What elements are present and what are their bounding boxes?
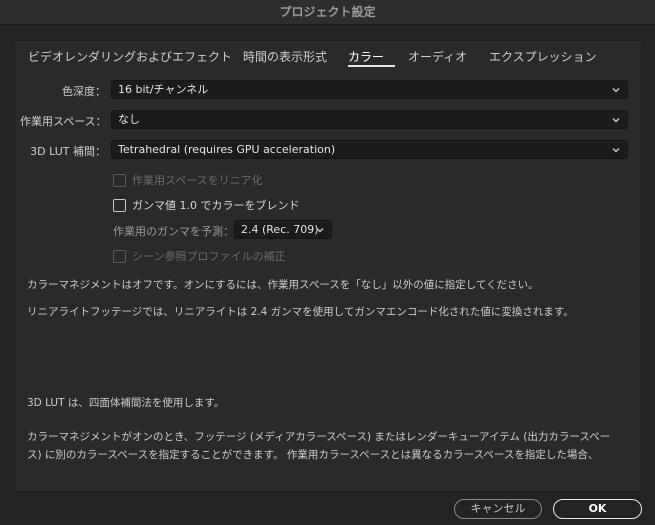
linearize-checkbox (113, 173, 126, 187)
ok-button[interactable]: OK (553, 499, 642, 519)
chevron-down-icon (612, 88, 620, 93)
lut-interp-label: 3D LUT 補間： (30, 145, 106, 158)
active-tab-indicator (348, 65, 395, 67)
info-color-management-off: カラーマネジメントはオフです。オンにするには、作業用スペースを「なし」以外の値に… (27, 279, 539, 291)
chevron-down-icon (612, 148, 620, 153)
scene-profile-checkbox (113, 249, 126, 263)
chevron-down-icon (612, 118, 620, 123)
blend-gamma-label: ガンマ値 1.0 でカラーをブレンド (132, 199, 300, 212)
lut-interp-select[interactable]: Tetrahedral (requires GPU acceleration) (111, 140, 628, 159)
predict-gamma-select[interactable]: 2.4 (Rec. 709) (234, 220, 332, 239)
window-title: プロジェクト設定 (0, 0, 655, 25)
bit-depth-label: 色深度： (62, 85, 106, 98)
tab-color[interactable]: カラー (348, 48, 384, 65)
scene-profile-option: シーン参照プロファイルの補正 (113, 248, 285, 264)
working-space-label: 作業用スペース： (20, 115, 107, 128)
info-lut: 3D LUT は、四面体補間法を使用します。 (27, 397, 225, 409)
tab-time-display[interactable]: 時間の表示形式 (243, 48, 327, 65)
project-settings-window: プロジェクト設定 ビデオレンダリングおよびエフェクト 時間の表示形式 カラー オ… (0, 0, 655, 525)
predict-gamma-value: 2.4 (Rec. 709) (241, 223, 319, 236)
linearize-label: 作業用スペースをリニア化 (132, 174, 263, 187)
chevron-down-icon (316, 228, 324, 233)
tab-audio[interactable]: オーディオ (408, 48, 467, 65)
predict-gamma-label: 作業用のガンマを予測： (113, 225, 234, 238)
blend-gamma-checkbox[interactable] (113, 198, 126, 212)
scene-profile-label: シーン参照プロファイルの補正 (132, 250, 286, 263)
tab-bar: ビデオレンダリングおよびエフェクト 時間の表示形式 カラー オーディオ エクスプ… (14, 40, 642, 72)
working-space-value: なし (118, 113, 140, 126)
tab-video-rendering[interactable]: ビデオレンダリングおよびエフェクト (28, 48, 232, 65)
linearize-option: 作業用スペースをリニア化 (113, 172, 263, 188)
tab-expressions[interactable]: エクスプレッション (489, 48, 597, 65)
bit-depth-select[interactable]: 16 bit/チャンネル (111, 80, 628, 99)
settings-panel (14, 40, 642, 492)
lut-interp-value: Tetrahedral (requires GPU acceleration) (118, 143, 336, 156)
bit-depth-value: 16 bit/チャンネル (118, 83, 209, 96)
cancel-button[interactable]: キャンセル (454, 499, 542, 519)
blend-gamma-option[interactable]: ガンマ値 1.0 でカラーをブレンド (113, 197, 300, 213)
working-space-select[interactable]: なし (111, 110, 628, 129)
info-color-spaces-line1: カラーマネジメントがオンのとき、フッテージ (メディアカラースペース) またはレ… (27, 431, 611, 443)
info-color-spaces-line2: ス) に別のカラースペースを指定することができます。 作業用カラースペースとは異… (27, 449, 599, 461)
info-linear-light: リニアライトフッテージでは、リニアライトは 2.4 ガンマを使用してガンマエンコ… (27, 306, 574, 318)
